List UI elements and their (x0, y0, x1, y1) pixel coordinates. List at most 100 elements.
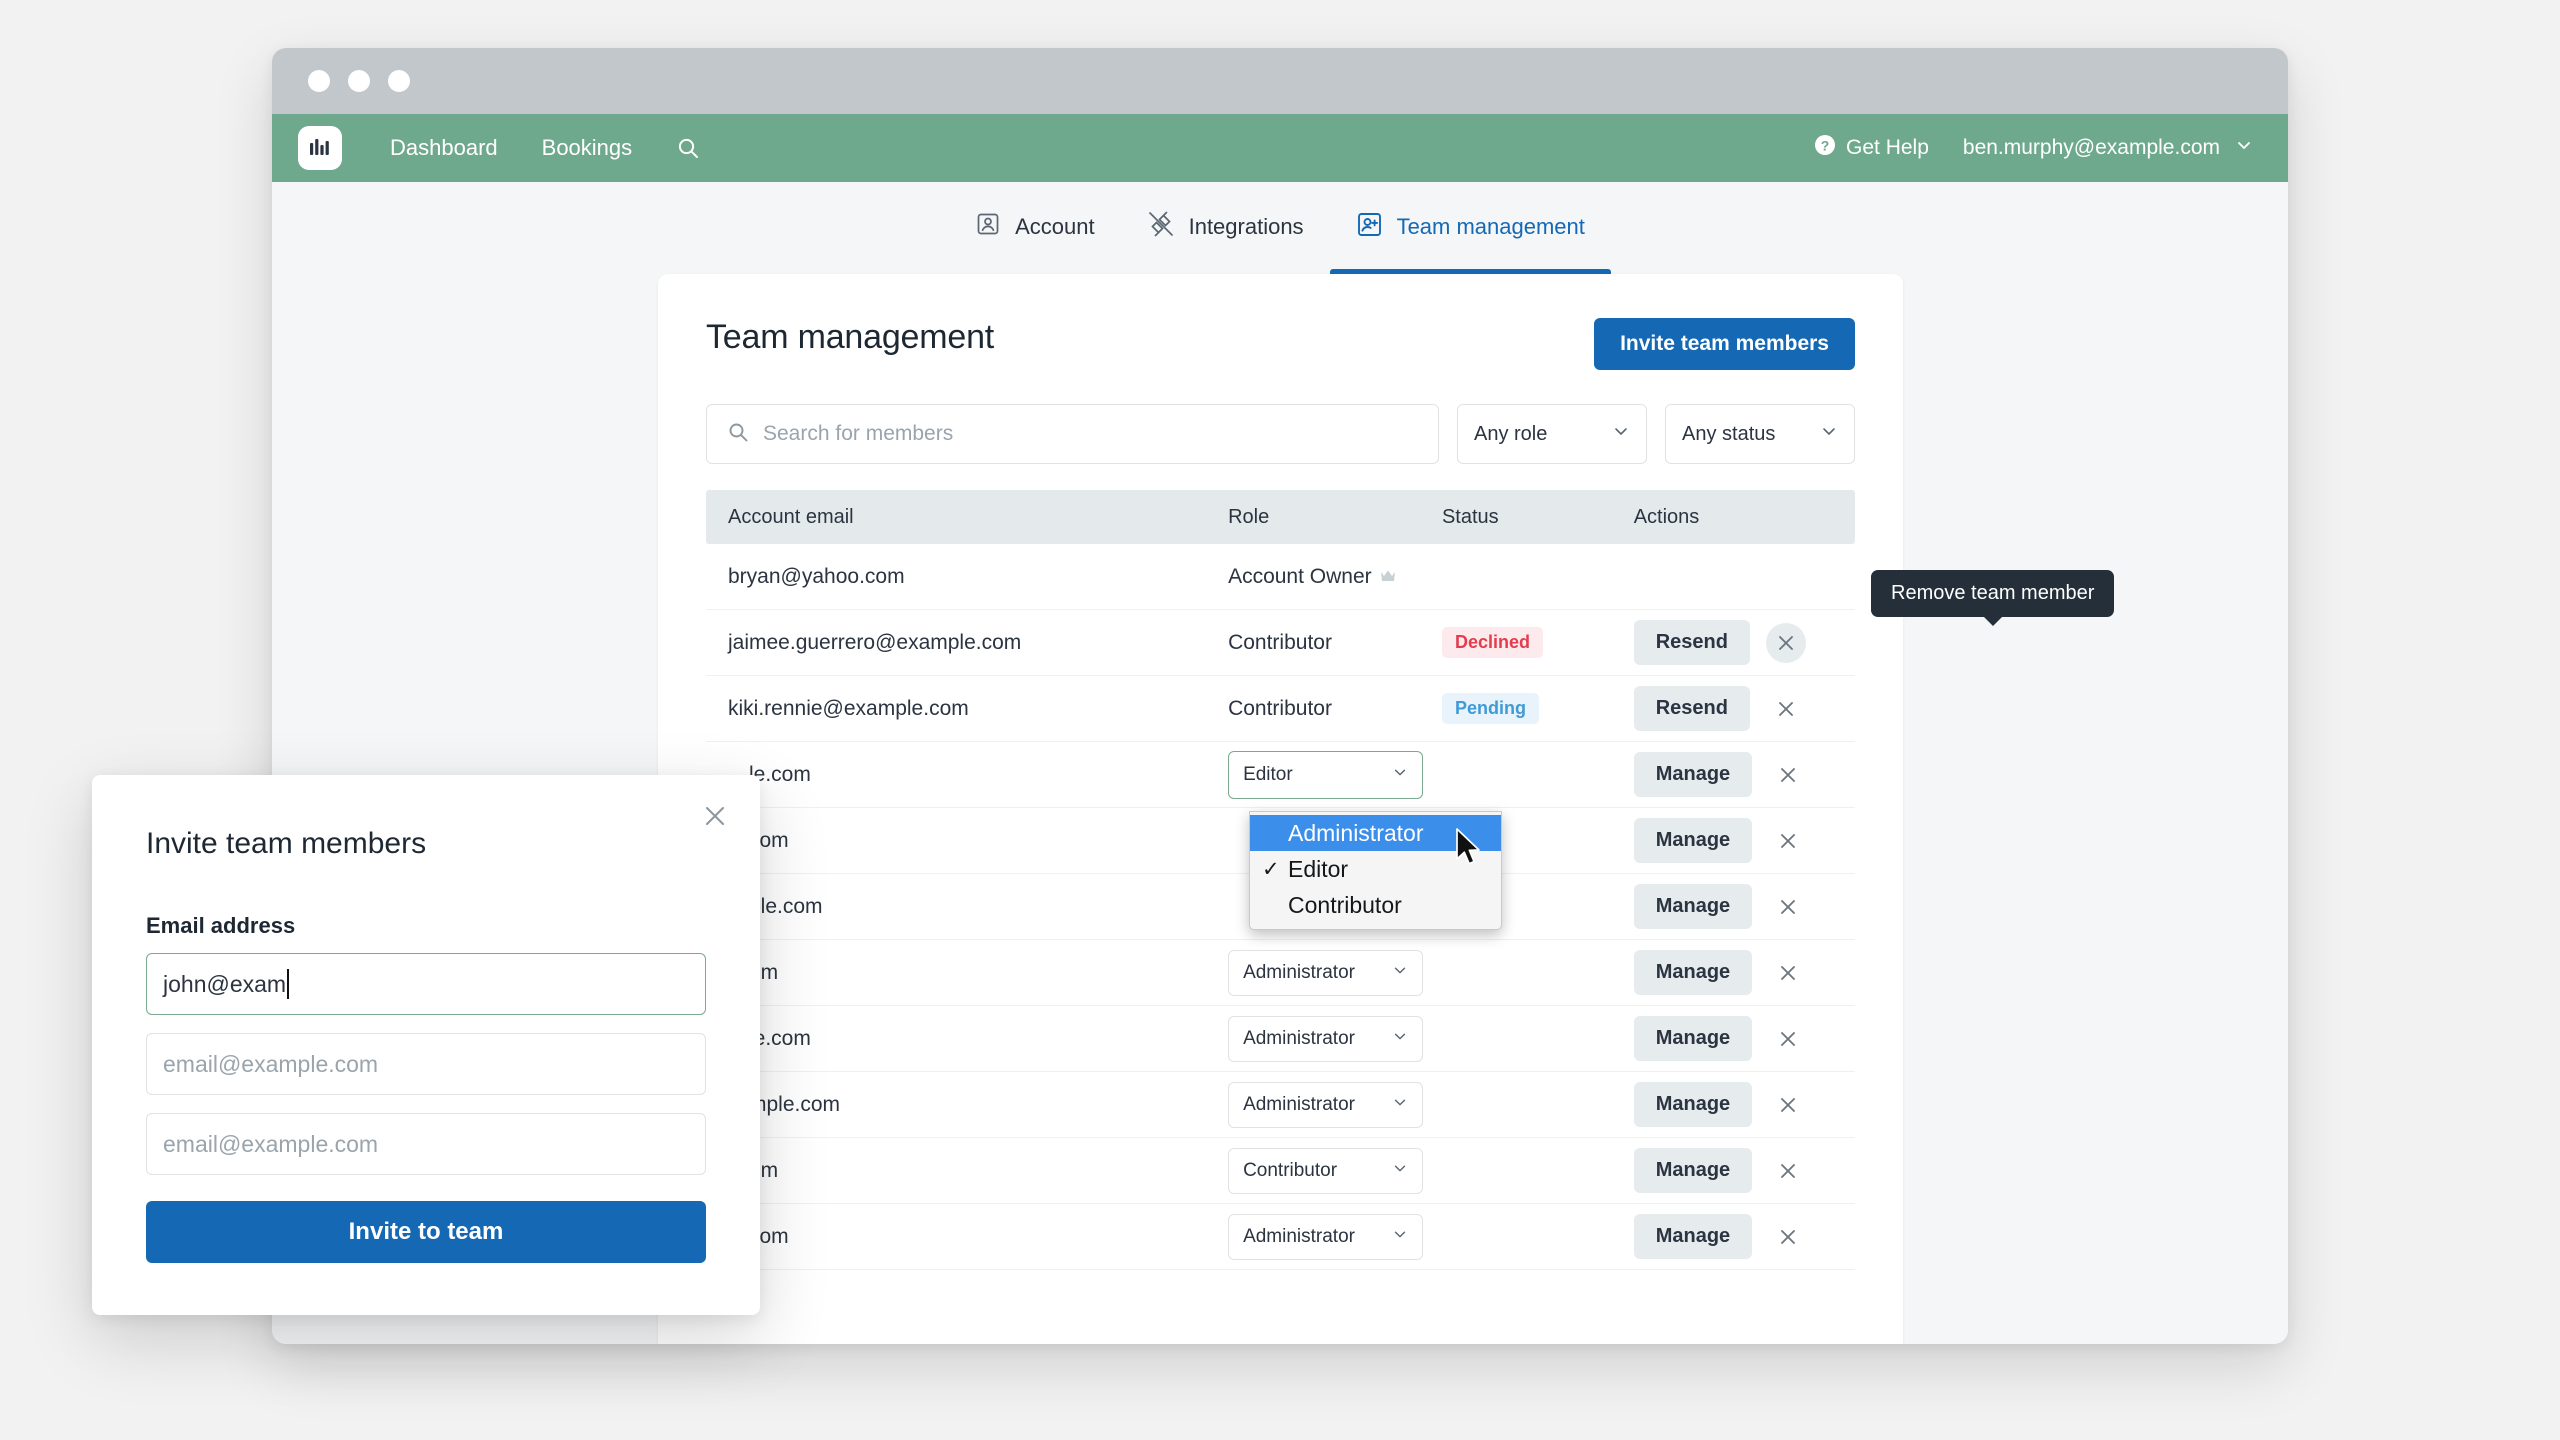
manage-member-button[interactable]: Manage (1633, 950, 1753, 995)
chevron-down-icon (1612, 422, 1630, 446)
svg-text:?: ? (1821, 137, 1830, 153)
settings-tabs: Account Integrations Team management (272, 182, 2288, 274)
table-row: …le.com Editor Manage (706, 742, 1855, 808)
table-row: bryan@yahoo.com Account Owner (706, 544, 1855, 610)
search-icon (727, 421, 749, 448)
table-row: …mple.com Administrator Manage (706, 1072, 1855, 1138)
role-option[interactable]: Contributor (1250, 887, 1501, 923)
manage-member-button[interactable]: Manage (1633, 1214, 1753, 1259)
member-role-value: Administrator (1243, 961, 1355, 983)
member-role-select-cell: Administrator (1228, 1081, 1442, 1128)
nav-dashboard[interactable]: Dashboard (368, 114, 520, 182)
member-role-value: Administrator (1243, 1093, 1355, 1115)
member-role-select[interactable]: Contributor (1228, 1147, 1424, 1194)
member-role-select-cell: Administrator (1228, 1015, 1442, 1062)
invite-team-members-button[interactable]: Invite team members (1594, 318, 1855, 370)
remove-team-member-button[interactable] (1768, 821, 1808, 861)
plug-icon (1147, 210, 1175, 244)
resend-invite-button[interactable]: Resend (1633, 620, 1750, 665)
member-actions-cell: Manage (1633, 818, 1855, 863)
email-address-label: Email address (146, 913, 296, 938)
manage-member-button[interactable]: Manage (1633, 752, 1753, 797)
window-maximize-dot[interactable] (388, 70, 410, 92)
role-option-label: Editor (1288, 855, 1349, 882)
window-minimize-dot[interactable] (348, 70, 370, 92)
status-filter-select[interactable]: Any status (1665, 404, 1855, 464)
member-role-select-cell: Contributor (1228, 1147, 1442, 1194)
member-role-select[interactable]: Administrator (1228, 949, 1424, 996)
status-badge: Pending (1441, 693, 1539, 724)
email-field-3[interactable]: email@example.com (146, 1113, 706, 1175)
search-members-box[interactable] (706, 404, 1439, 464)
invite-team-members-modal: Invite team members Email address john@e… (92, 775, 760, 1315)
column-header-role: Role (1228, 505, 1270, 528)
member-email: kiki.rennie@example.com (728, 696, 969, 720)
tab-integrations-label: Integrations (1188, 214, 1304, 239)
member-email: …om (706, 961, 1228, 985)
manage-member-button[interactable]: Manage (1633, 1016, 1753, 1061)
member-role-select[interactable]: Administrator (1228, 1081, 1424, 1128)
nav-bookings[interactable]: Bookings (520, 114, 655, 182)
member-email: bryan@yahoo.com (728, 564, 905, 588)
tab-team-management[interactable]: Team management (1329, 202, 1611, 274)
member-role-value: Administrator (1243, 1027, 1355, 1049)
member-actions-cell: Resend (1633, 620, 1855, 665)
remove-team-member-button[interactable] (1768, 1085, 1808, 1125)
user-account-menu[interactable]: ben.murphy@example.com (1963, 135, 2254, 161)
remove-team-member-button[interactable] (1768, 1217, 1808, 1257)
user-card-icon (975, 211, 1001, 243)
member-email: …com (706, 829, 1228, 853)
member-email: …le.com (728, 762, 811, 786)
role-filter-select[interactable]: Any role (1457, 404, 1647, 464)
bar-chart-logo-icon[interactable] (298, 126, 342, 170)
remove-team-member-button[interactable] (1768, 1019, 1808, 1059)
member-email: …com (706, 1225, 1228, 1249)
page-title: Team management (706, 318, 995, 356)
member-role-select-cell: Editor (1228, 750, 1442, 799)
tab-integrations[interactable]: Integrations (1121, 202, 1330, 274)
chevron-down-icon (1392, 1094, 1408, 1116)
member-role-select[interactable]: Administrator (1228, 1015, 1424, 1062)
remove-team-member-button[interactable] (1766, 689, 1806, 729)
window-close-dot[interactable] (308, 70, 330, 92)
email-field-2[interactable]: email@example.com (146, 1033, 706, 1095)
remove-team-member-button[interactable] (1768, 1151, 1808, 1191)
manage-member-button[interactable]: Manage (1633, 884, 1753, 929)
get-help-button[interactable]: ? Get Help (1814, 134, 1929, 162)
check-icon: ✓ (1262, 857, 1280, 881)
member-role-value: Contributor (1243, 1159, 1338, 1181)
invite-to-team-button[interactable]: Invite to team (146, 1201, 706, 1263)
remove-team-member-button[interactable] (1768, 887, 1808, 927)
text-caret (287, 969, 290, 999)
manage-member-button[interactable]: Manage (1633, 1148, 1753, 1193)
manage-member-button[interactable]: Manage (1633, 1082, 1753, 1127)
member-email: jaimee.guerrero@example.com (728, 630, 1022, 654)
column-header-email: Account email (728, 505, 854, 528)
member-role-select[interactable]: Editor (1228, 750, 1424, 799)
member-actions-cell: Manage (1633, 1214, 1855, 1259)
remove-team-member-button[interactable] (1768, 953, 1808, 993)
tab-account[interactable]: Account (949, 202, 1121, 274)
member-role-select[interactable]: Administrator (1228, 1213, 1424, 1260)
member-role-text: Account Owner (1228, 565, 1442, 589)
remove-team-member-button[interactable] (1765, 622, 1806, 663)
status-filter-value: Any status (1682, 422, 1776, 445)
member-role-value: Editor (1243, 763, 1293, 785)
column-header-actions: Actions (1633, 505, 1700, 528)
member-actions-cell: Manage (1633, 950, 1855, 995)
table-header-row: Account email Role Status Actions (706, 490, 1855, 544)
resend-invite-button[interactable]: Resend (1633, 686, 1750, 731)
role-option-label: Administrator (1288, 819, 1424, 846)
close-icon[interactable] (702, 803, 728, 834)
tab-account-label: Account (1015, 214, 1095, 239)
get-help-label: Get Help (1846, 136, 1929, 159)
chevron-down-icon (1392, 962, 1408, 984)
member-role-text: Contributor (1228, 631, 1442, 655)
manage-member-button[interactable]: Manage (1633, 818, 1753, 863)
search-icon[interactable] (654, 114, 722, 182)
member-status-cell: Pending (1441, 693, 1634, 724)
search-input[interactable] (763, 422, 1418, 446)
remove-team-member-button[interactable] (1768, 755, 1808, 795)
member-email: …om (706, 1159, 1228, 1183)
email-field-1[interactable]: john@exam (146, 953, 706, 1015)
